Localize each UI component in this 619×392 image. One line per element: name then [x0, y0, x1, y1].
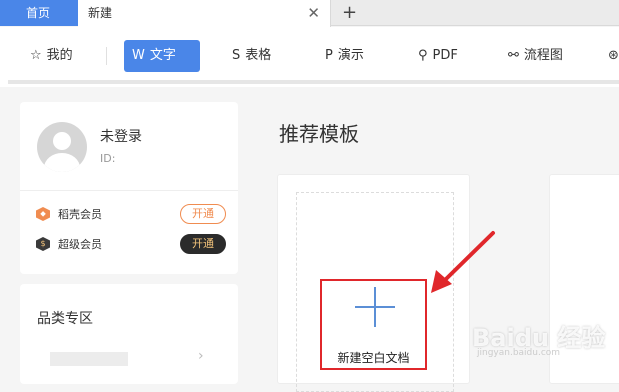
user-id: ID: — [100, 152, 116, 165]
open-super-button[interactable]: 开通 — [180, 234, 226, 254]
toolbar-item-label: 演示 — [337, 48, 364, 63]
toolbar-item-label: 我的 — [46, 48, 73, 63]
avatar[interactable] — [37, 122, 87, 172]
user-name[interactable]: 未登录 — [100, 126, 142, 146]
toolbar-item-pdf[interactable]: ⚲ PDF — [410, 40, 466, 72]
add-tab-icon[interactable]: + — [342, 0, 357, 25]
membership-row-super: $ 超级会员 开通 — [36, 234, 226, 254]
toolbar-item-flowchart[interactable]: ⚯ 流程图 — [500, 40, 571, 72]
toolbar-item-sheet[interactable]: S 表格 — [224, 40, 279, 72]
toolbar-item-mindmap[interactable]: ⊛ — [600, 40, 619, 72]
toolbar-item-label: 表格 — [245, 48, 272, 63]
tab-bar: 首页 新建 ✕ + — [0, 0, 619, 27]
new-blank-document-button[interactable]: 新建空白文档 — [320, 279, 427, 370]
flowchart-icon: ⚯ — [508, 48, 519, 63]
toolbar-divider-line — [8, 80, 619, 84]
close-icon[interactable]: ✕ — [307, 0, 320, 26]
tab-new-label: 新建 — [88, 6, 113, 20]
tab-new[interactable]: 新建 ✕ — [78, 0, 331, 27]
super-member-icon: $ — [36, 237, 50, 251]
category-card: 品类专区 › — [20, 284, 238, 384]
open-docer-button[interactable]: 开通 — [180, 204, 226, 224]
p-icon: P — [325, 48, 333, 63]
mindmap-icon: ⊛ — [608, 48, 619, 63]
toolbar-divider — [106, 47, 107, 65]
toolbar-item-label: PDF — [432, 48, 458, 63]
toolbar-item-label: 文字 — [149, 48, 176, 63]
chevron-right-icon[interactable]: › — [198, 348, 204, 364]
toolbar-item-label: 流程图 — [523, 48, 563, 63]
category-item-placeholder[interactable] — [50, 352, 128, 366]
avatar-head-shape — [53, 132, 71, 150]
membership-label: 稻壳会员 — [58, 208, 102, 221]
toolbar: ☆ 我的 W 文字 S 表格 P 演示 ⚲ PDF ⚯ 流程图 ⊛ — [0, 27, 619, 87]
toolbar-item-presentation[interactable]: P 演示 — [317, 40, 372, 72]
watermark-url: jingyan.baidu.com — [477, 348, 561, 358]
category-title: 品类专区 — [37, 311, 93, 327]
star-icon: ☆ — [30, 48, 42, 63]
avatar-body-shape — [44, 153, 80, 172]
docer-member-icon: ⬥ — [36, 207, 50, 221]
user-card: 未登录 ID: ⬥ 稻壳会员 开通 $ 超级会员 开通 — [20, 102, 238, 274]
membership-row-docer: ⬥ 稻壳会员 开通 — [36, 204, 226, 224]
pdf-icon: ⚲ — [418, 48, 428, 63]
membership-label: 超级会员 — [58, 238, 102, 251]
w-icon: W — [132, 48, 145, 63]
new-blank-document-label: 新建空白文档 — [337, 351, 410, 365]
plus-icon-bar — [355, 306, 395, 308]
toolbar-item-writer[interactable]: W 文字 — [124, 40, 200, 72]
toolbar-item-mine[interactable]: ☆ 我的 — [22, 40, 81, 72]
page-title: 推荐模板 — [279, 122, 359, 146]
s-icon: S — [232, 48, 241, 63]
tab-home[interactable]: 首页 — [0, 0, 78, 26]
divider — [20, 190, 238, 191]
